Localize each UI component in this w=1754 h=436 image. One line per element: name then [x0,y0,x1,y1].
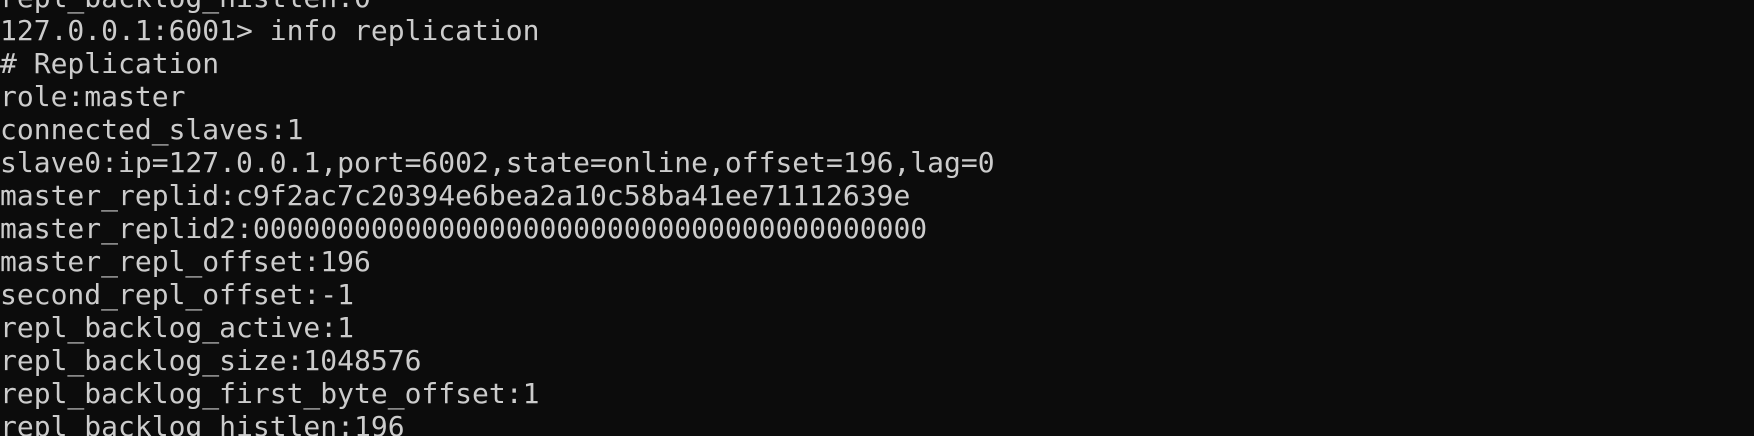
command-text: info replication [269,14,540,47]
output-line: master_replid2:0000000000000000000000000… [0,212,928,245]
output-line: role:master [0,80,186,113]
output-line: repl_backlog_histlen:196 [0,410,405,436]
terminal-output: repl_backlog_histlen:0 127.0.0.1:6001> i… [0,0,995,436]
command-line: 127.0.0.1:6001> info replication [0,14,995,47]
output-line: # Replication [0,47,220,80]
output-line: master_replid:c9f2ac7c20394e6bea2a10c58b… [0,179,911,212]
output-line: slave0:ip=127.0.0.1,port=6002,state=onli… [0,146,995,179]
output-line: repl_backlog_first_byte_offset:1 [0,377,540,410]
prompt: 127.0.0.1:6001> [0,14,270,47]
output-line: second_repl_offset:-1 [0,278,355,311]
output-line: repl_backlog_active:1 [0,311,355,344]
output-line: repl_backlog_size:1048576 [0,344,422,377]
previous-output-line: repl_backlog_histlen:0 [0,0,995,14]
output-line: connected_slaves:1 [0,113,304,146]
output-line: master_repl_offset:196 [0,245,371,278]
terminal-window[interactable]: repl_backlog_histlen:0 127.0.0.1:6001> i… [0,0,1754,436]
